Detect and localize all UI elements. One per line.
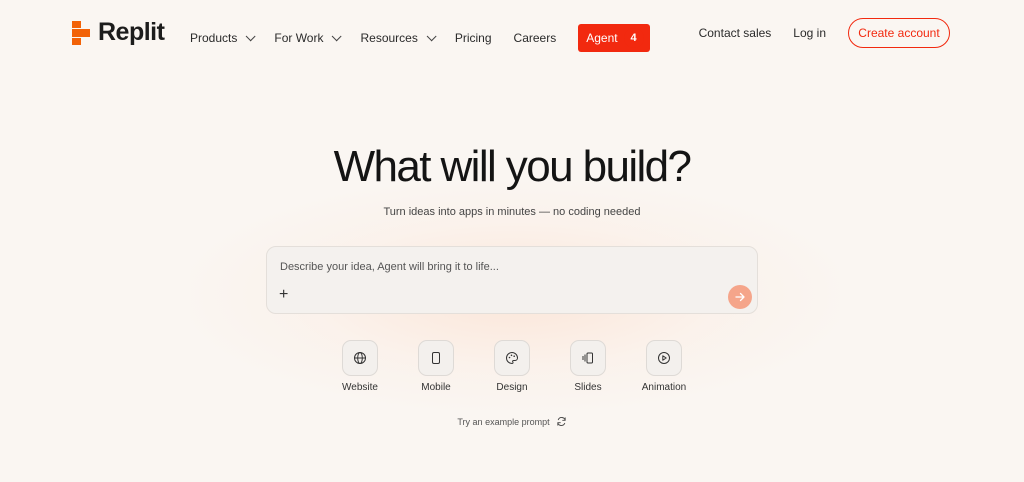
play-icon: [646, 340, 682, 376]
contact-sales-link[interactable]: Contact sales: [699, 26, 772, 40]
palette-icon: [494, 340, 530, 376]
replit-logo-icon: [72, 20, 90, 45]
nav-item-label: Resources: [360, 31, 418, 45]
brand-name: Replit: [98, 18, 165, 46]
nav-item-resources[interactable]: Resources: [360, 30, 437, 45]
chevron-down-icon: [246, 30, 256, 41]
example-prompt-button[interactable]: Try an example prompt: [0, 416, 1024, 427]
slides-icon: [570, 340, 606, 376]
nav-item-pricing[interactable]: Pricing: [455, 31, 492, 45]
app-type-label: Website: [342, 382, 378, 393]
globe-icon: [342, 340, 378, 376]
agent-link[interactable]: Agent 4: [578, 24, 650, 52]
plus-icon[interactable]: +: [279, 287, 288, 303]
app-type-animation[interactable]: Animation: [634, 340, 694, 393]
phone-icon: [418, 340, 454, 376]
nav-item-products[interactable]: Products: [190, 30, 256, 45]
log-in-link[interactable]: Log in: [793, 26, 826, 40]
nav-item-label: Pricing: [454, 31, 492, 45]
chevron-down-icon: [426, 30, 437, 41]
app-type-label: Design: [496, 382, 528, 393]
app-type-website[interactable]: Website: [330, 340, 390, 393]
app-type-mobile[interactable]: Mobile: [406, 340, 466, 393]
nav-item-label: Careers: [513, 31, 557, 45]
agent-label: Agent: [586, 31, 618, 45]
app-type-design[interactable]: Design: [482, 340, 542, 393]
prompt-box: +: [266, 246, 758, 314]
chevron-down-icon: [332, 30, 343, 41]
nav-item-label: For Work: [274, 31, 324, 45]
app-type-label: Animation: [641, 382, 687, 393]
app-type-label: Mobile: [421, 382, 451, 393]
hero-title: What will you build?: [333, 142, 692, 191]
refresh-icon: [556, 417, 566, 426]
agent-badge: 4: [623, 28, 644, 48]
replit-logo[interactable]: Replit: [72, 18, 165, 47]
send-button[interactable]: [728, 285, 752, 309]
top-nav: Replit Products For Work Resources Prici…: [0, 0, 1024, 66]
main-nav: Products For Work Resources Pricing Care…: [190, 24, 650, 52]
account-nav: Contact sales Log in Create account: [699, 18, 950, 48]
create-account-button[interactable]: Create account: [848, 18, 950, 48]
example-prompt-label: Try an example prompt: [457, 416, 550, 427]
hero-subtitle: Turn ideas into apps in minutes — no cod…: [383, 206, 641, 218]
app-type-label: Slides: [574, 382, 602, 393]
arrow-right-icon: [735, 292, 745, 302]
nav-item-label: Products: [190, 31, 238, 45]
nav-item-for-work[interactable]: For Work: [274, 30, 343, 45]
nav-item-careers[interactable]: Careers: [514, 31, 557, 45]
prompt-input[interactable]: [280, 261, 710, 273]
app-type-slides[interactable]: Slides: [558, 340, 618, 393]
